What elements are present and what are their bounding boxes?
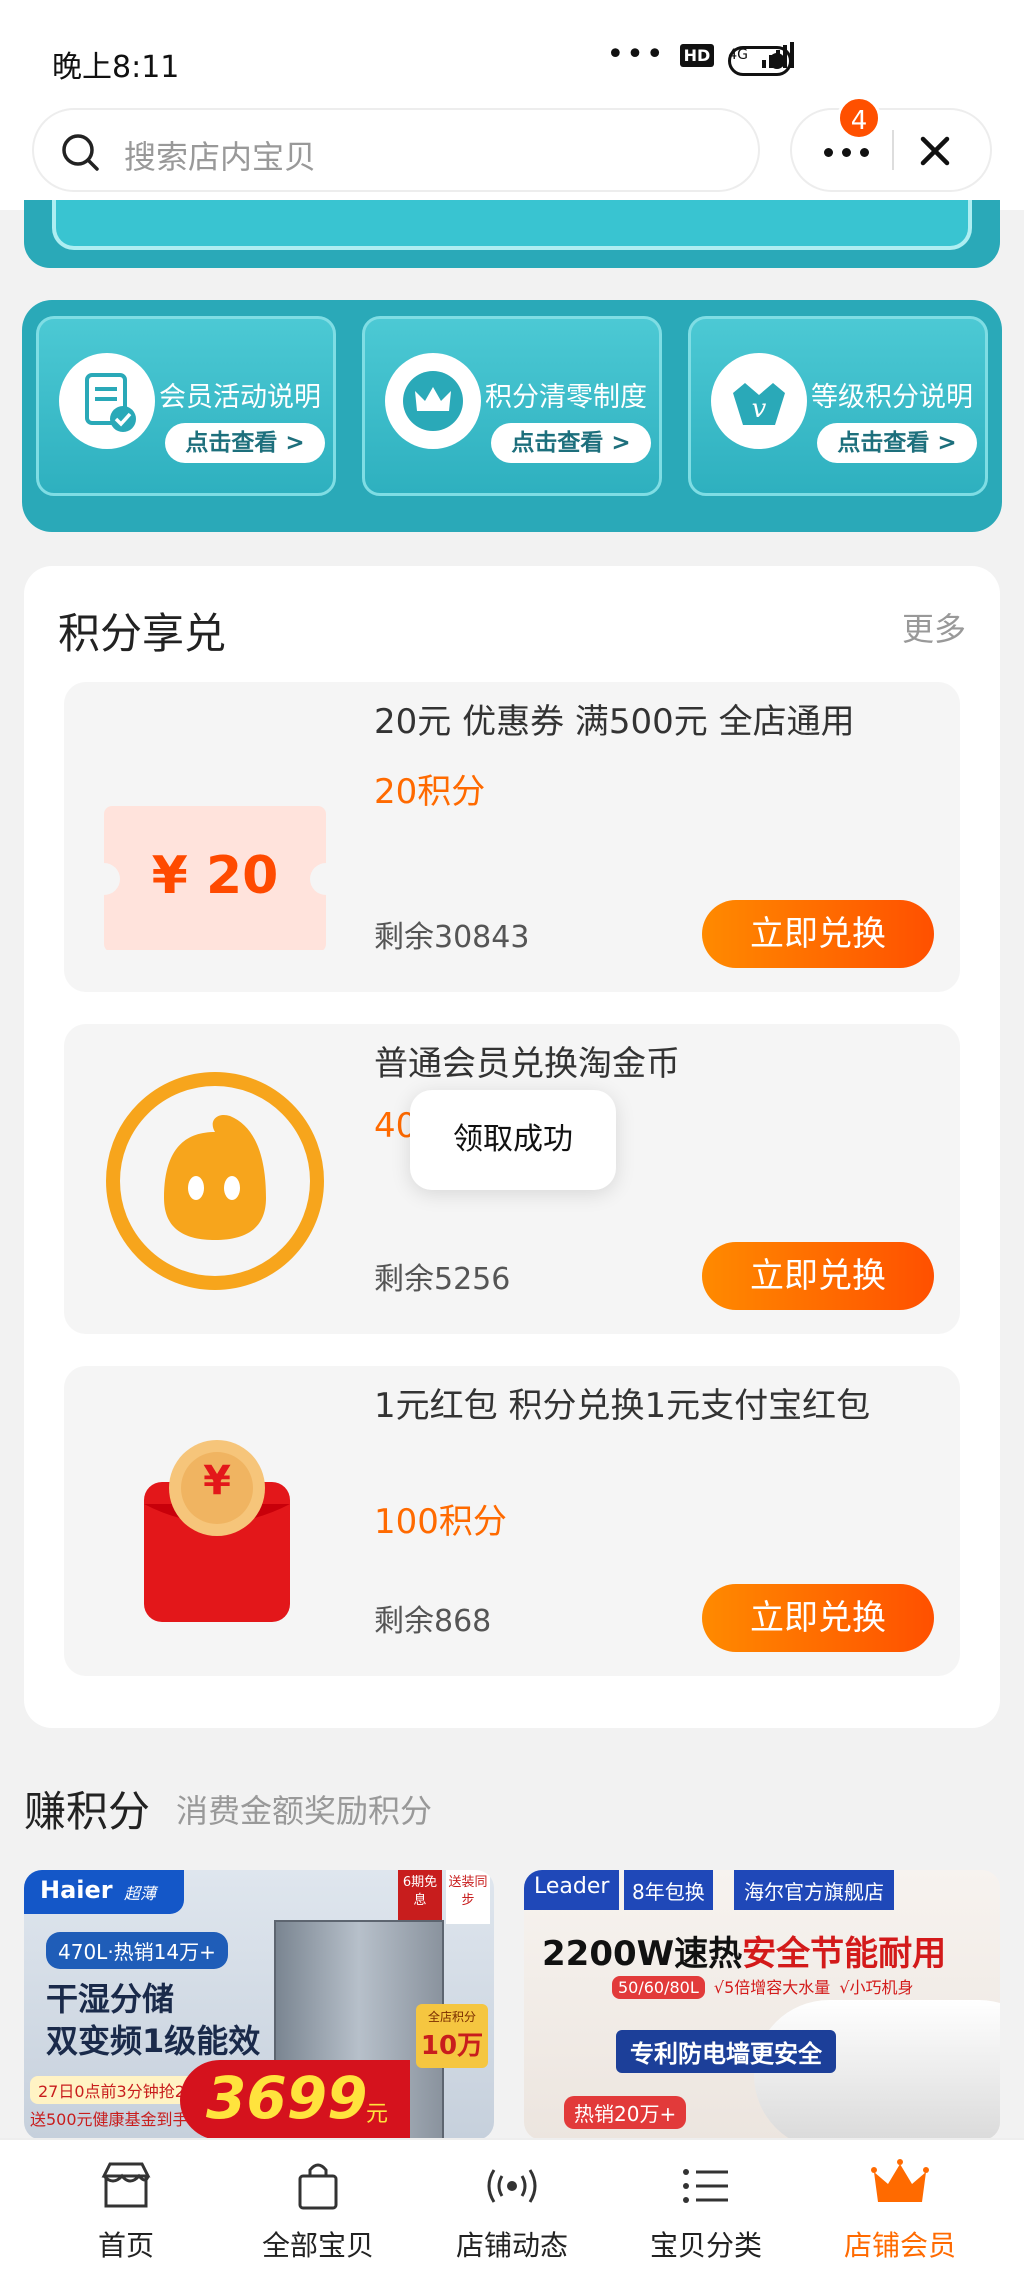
top-bar: 搜索店内宝贝 4 bbox=[0, 96, 1024, 210]
nav-all-items[interactable]: 全部宝贝 bbox=[216, 2140, 420, 2276]
brand-strip: Leader 8年包换 海尔官方旗舰店 bbox=[524, 1870, 1000, 1914]
svg-text:v: v bbox=[752, 394, 767, 424]
nav-store-updates[interactable]: 店铺动态 bbox=[410, 2140, 614, 2276]
view-button[interactable]: 点击查看 > bbox=[817, 423, 977, 463]
coupon-image: ¥ 20 bbox=[88, 728, 342, 952]
item-name: 普通会员兑换淘金币 bbox=[374, 1044, 680, 1084]
capsule-divider bbox=[892, 130, 894, 170]
brand-logo: Haier bbox=[40, 1876, 113, 1904]
nav-label: 店铺动态 bbox=[455, 2229, 568, 2262]
member-activity-card[interactable]: 会员活动说明 点击查看 > bbox=[36, 316, 336, 496]
exchange-item[interactable]: ¥ 1元红包 积分兑换1元支付宝红包 100积分 剩余868 立即兑换 bbox=[64, 1366, 960, 1676]
battery-icon bbox=[728, 46, 792, 76]
card-title: 积分清零制度 bbox=[485, 382, 647, 413]
item-points: 100积分 bbox=[374, 1502, 507, 1542]
notification-badge: 4 bbox=[837, 96, 881, 140]
hd-icon: HD bbox=[679, 43, 715, 67]
tag-delivery: 送装同步 bbox=[446, 1870, 490, 1924]
brand-bar: Haier 超薄 bbox=[24, 1870, 184, 1914]
warranty-badge: 8年包换 bbox=[624, 1870, 713, 1910]
view-button[interactable]: 点击查看 > bbox=[165, 423, 325, 463]
nav-label: 店铺会员 bbox=[843, 2229, 956, 2262]
card-title: 等级积分说明 bbox=[811, 382, 973, 413]
exchange-button[interactable]: 立即兑换 bbox=[702, 1242, 934, 1310]
item-remaining: 剩余868 bbox=[374, 1604, 492, 1639]
earn-subtitle: 消费金额奖励积分 bbox=[176, 1792, 433, 1830]
envelope-symbol: ¥ bbox=[203, 1458, 231, 1504]
sub-brand: 超薄 bbox=[124, 1884, 157, 1903]
points-badge: 全店积分 10万 bbox=[416, 2004, 488, 2068]
promo-banner-leader[interactable]: Leader 8年包换 海尔官方旗舰店 2200W速热安全节能耐用 50/60/… bbox=[524, 1870, 1000, 2140]
toast-message: 领取成功 bbox=[410, 1090, 616, 1190]
vip-crown-icon: v bbox=[711, 353, 807, 449]
nav-label: 首页 bbox=[97, 2229, 154, 2262]
status-time: 晚上8:11 bbox=[52, 50, 180, 85]
item-points: 20积分 bbox=[374, 772, 486, 812]
store-icon bbox=[101, 2162, 151, 2208]
item-remaining: 剩余30843 bbox=[374, 920, 530, 955]
item-name: 1元红包 积分兑换1元支付宝红包 bbox=[374, 1386, 871, 1426]
tag-installment: 6期免息 bbox=[398, 1870, 442, 1924]
bag-icon bbox=[298, 2163, 338, 2210]
nav-store-member[interactable]: 店铺会员 bbox=[798, 2140, 1002, 2276]
store-badge: 海尔官方旗舰店 bbox=[734, 1870, 894, 1910]
feature-line: 50/60/80L √5倍增容大水量 √小巧机身 bbox=[612, 1974, 914, 1999]
wall-banner: 专利防电墙更安全 bbox=[616, 2030, 836, 2073]
exchange-button[interactable]: 立即兑换 bbox=[702, 900, 934, 968]
view-button[interactable]: 点击查看 > bbox=[491, 423, 651, 463]
coupon-value: ¥ 20 bbox=[151, 846, 279, 906]
nav-categories[interactable]: 宝贝分类 bbox=[604, 2140, 808, 2276]
nav-home[interactable]: 首页 bbox=[24, 2140, 228, 2276]
more-link[interactable]: 更多 bbox=[902, 604, 966, 650]
brand-logo: Leader bbox=[524, 1870, 620, 1910]
status-bar: 晚上8:11 ••• HD 4G bbox=[0, 0, 1024, 100]
crown-icon bbox=[871, 2159, 929, 2202]
mini-program-capsule: 4 bbox=[790, 96, 992, 192]
headline-1: 干湿分储 bbox=[46, 1980, 175, 2018]
sales-badge: 热销20万+ bbox=[564, 2096, 687, 2129]
member-info-panel: 会员活动说明 点击查看 > 积分清零制度 点击查看 > v 等级积分说明 点击查… bbox=[22, 300, 1002, 532]
headline: 2200W速热安全节能耐用 bbox=[542, 1934, 947, 1974]
earn-title: 赚积分 bbox=[24, 1787, 151, 1836]
section-title: 积分享兑 bbox=[58, 609, 227, 658]
item-remaining: 剩余5256 bbox=[374, 1262, 511, 1297]
gift-line: 送500元健康基金到手 bbox=[30, 2110, 189, 2129]
member-banner-bottom bbox=[24, 200, 1000, 268]
price-tag: 3699 元 bbox=[180, 2060, 410, 2140]
nav-label: 全部宝贝 bbox=[261, 2229, 374, 2262]
search-input[interactable]: 搜索店内宝贝 bbox=[32, 108, 760, 192]
red-envelope-icon: ¥ bbox=[104, 1412, 326, 1634]
item-name: 20元 优惠券 满500元 全店通用 bbox=[374, 702, 855, 742]
taojinbi-icon bbox=[104, 1070, 326, 1292]
close-button[interactable] bbox=[910, 126, 960, 176]
crown-icon bbox=[385, 353, 481, 449]
spec-badge: 470L·热销14万+ bbox=[46, 1932, 228, 1969]
exchange-item[interactable]: ¥ 20 20元 优惠券 满500元 全店通用 20积分 剩余30843 立即兑… bbox=[64, 682, 960, 992]
more-icon bbox=[824, 148, 833, 157]
bottom-navigation: 首页 全部宝贝 店铺动态 宝贝分类 店铺会员 bbox=[0, 2138, 1024, 2276]
search-icon bbox=[62, 134, 99, 171]
promo-banner-haier[interactable]: Haier 超薄 6期免息 送装同步 470L·热销14万+ 干湿分储 双变频1… bbox=[24, 1870, 494, 2140]
exchange-button[interactable]: 立即兑换 bbox=[702, 1584, 934, 1652]
level-points-card[interactable]: v 等级积分说明 点击查看 > bbox=[688, 316, 988, 496]
card-title: 会员活动说明 bbox=[159, 382, 321, 413]
broadcast-icon bbox=[487, 2169, 537, 2203]
nav-label: 宝贝分类 bbox=[649, 2229, 762, 2262]
headline-2: 双变频1级能效 bbox=[46, 2022, 261, 2060]
clipboard-check-icon bbox=[59, 353, 155, 449]
points-reset-card[interactable]: 积分清零制度 点击查看 > bbox=[362, 316, 662, 496]
notification-dots-icon: ••• bbox=[606, 37, 666, 72]
list-icon bbox=[683, 2169, 728, 2203]
search-placeholder: 搜索店内宝贝 bbox=[124, 138, 317, 176]
